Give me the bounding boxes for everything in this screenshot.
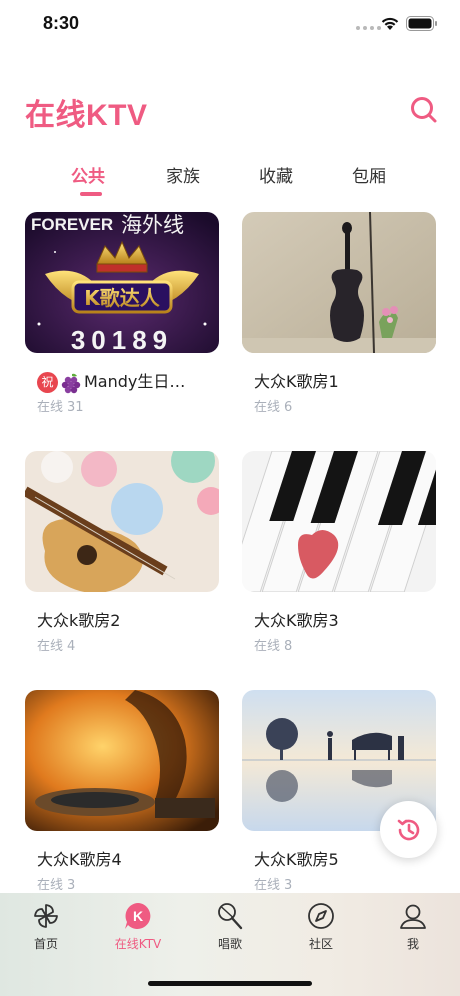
room-online-count: 在线 8 (254, 639, 293, 654)
room-thumbnail (25, 690, 219, 831)
room-thumbnail (242, 451, 436, 592)
tab-public[interactable]: 公共 (71, 162, 105, 187)
svg-text:K歌达人: K歌达人 (84, 286, 160, 310)
room-card-6[interactable]: 大众K歌房5 在线 3 (242, 690, 436, 900)
status-time: 8:30 (43, 13, 80, 33)
wish-badge: 祝 (37, 372, 58, 393)
nav-label: 首页 (33, 937, 58, 951)
tab-family[interactable]: 家族 (166, 162, 200, 187)
nav-label: 唱歌 (217, 937, 242, 951)
room-name: 大众K歌房3 (254, 611, 339, 630)
history-button[interactable] (380, 801, 437, 858)
room-tabs: 公共 家族 收藏 包厢 (0, 158, 460, 198)
search-button[interactable] (408, 94, 440, 126)
status-bar: 8:30 (0, 0, 460, 50)
room-card-1[interactable]: FOREVER 海外线 K歌达人 30189 祝 Mandy生日… 在线 31 (25, 212, 219, 422)
room-card-3[interactable]: 大众k歌房2 在线 4 (25, 451, 219, 661)
room-online-count: 在线 31 (37, 400, 84, 415)
room-online-count: 在线 4 (37, 639, 76, 654)
nav-item-online-ktv[interactable]: K 在线KTV (103, 901, 173, 952)
room-name: 祝 Mandy生日… (37, 368, 217, 394)
room-online-count: 在线 3 (37, 878, 76, 893)
wifi-icon (381, 17, 399, 30)
nav-item-me[interactable]: 我 (378, 901, 448, 952)
cellular-signal-icon (356, 26, 381, 30)
room-thumbnail: FOREVER 海外线 K歌达人 30189 (25, 212, 219, 353)
compass-icon (308, 903, 334, 929)
ktv-k-icon: K (125, 903, 151, 929)
home-indicator (148, 981, 312, 986)
page-title: 在线KTV (25, 99, 148, 132)
room-online-count: 在线 3 (254, 878, 293, 893)
nav-label: 我 (406, 937, 419, 951)
room-name-text: Mandy生日… (84, 372, 186, 391)
active-tab-indicator (80, 192, 102, 196)
microphone-icon (218, 903, 243, 930)
history-icon (397, 819, 419, 840)
tab-private-room[interactable]: 包厢 (352, 162, 386, 187)
svg-text:30189: 30189 (71, 325, 173, 353)
room-name: 大众K歌房4 (37, 850, 122, 869)
svg-text:FOREVER: FOREVER (31, 215, 113, 234)
room-thumbnail (25, 451, 219, 592)
room-name: 大众K歌房1 (254, 372, 339, 391)
grape-icon (61, 373, 81, 393)
nav-item-community[interactable]: 社区 (286, 901, 356, 952)
room-card-2[interactable]: 大众K歌房1 在线 6 (242, 212, 436, 422)
svg-text:海外线: 海外线 (121, 213, 184, 237)
battery-icon (406, 16, 437, 31)
pinwheel-icon (34, 904, 58, 928)
room-online-count: 在线 6 (254, 400, 293, 415)
nav-item-sing[interactable]: 唱歌 (195, 901, 265, 952)
room-thumbnail (242, 212, 436, 353)
room-name: 大众k歌房2 (37, 611, 121, 630)
svg-text:K: K (133, 908, 143, 924)
tab-favorites[interactable]: 收藏 (259, 162, 293, 187)
search-icon (411, 97, 437, 123)
nav-label: 社区 (308, 937, 333, 951)
room-card-5[interactable]: 大众K歌房4 在线 3 (25, 690, 219, 900)
room-card-4[interactable]: 大众K歌房3 在线 8 (242, 451, 436, 661)
nav-label: 在线KTV (114, 937, 162, 951)
user-icon (400, 904, 426, 929)
nav-item-home[interactable]: 首页 (11, 901, 81, 952)
